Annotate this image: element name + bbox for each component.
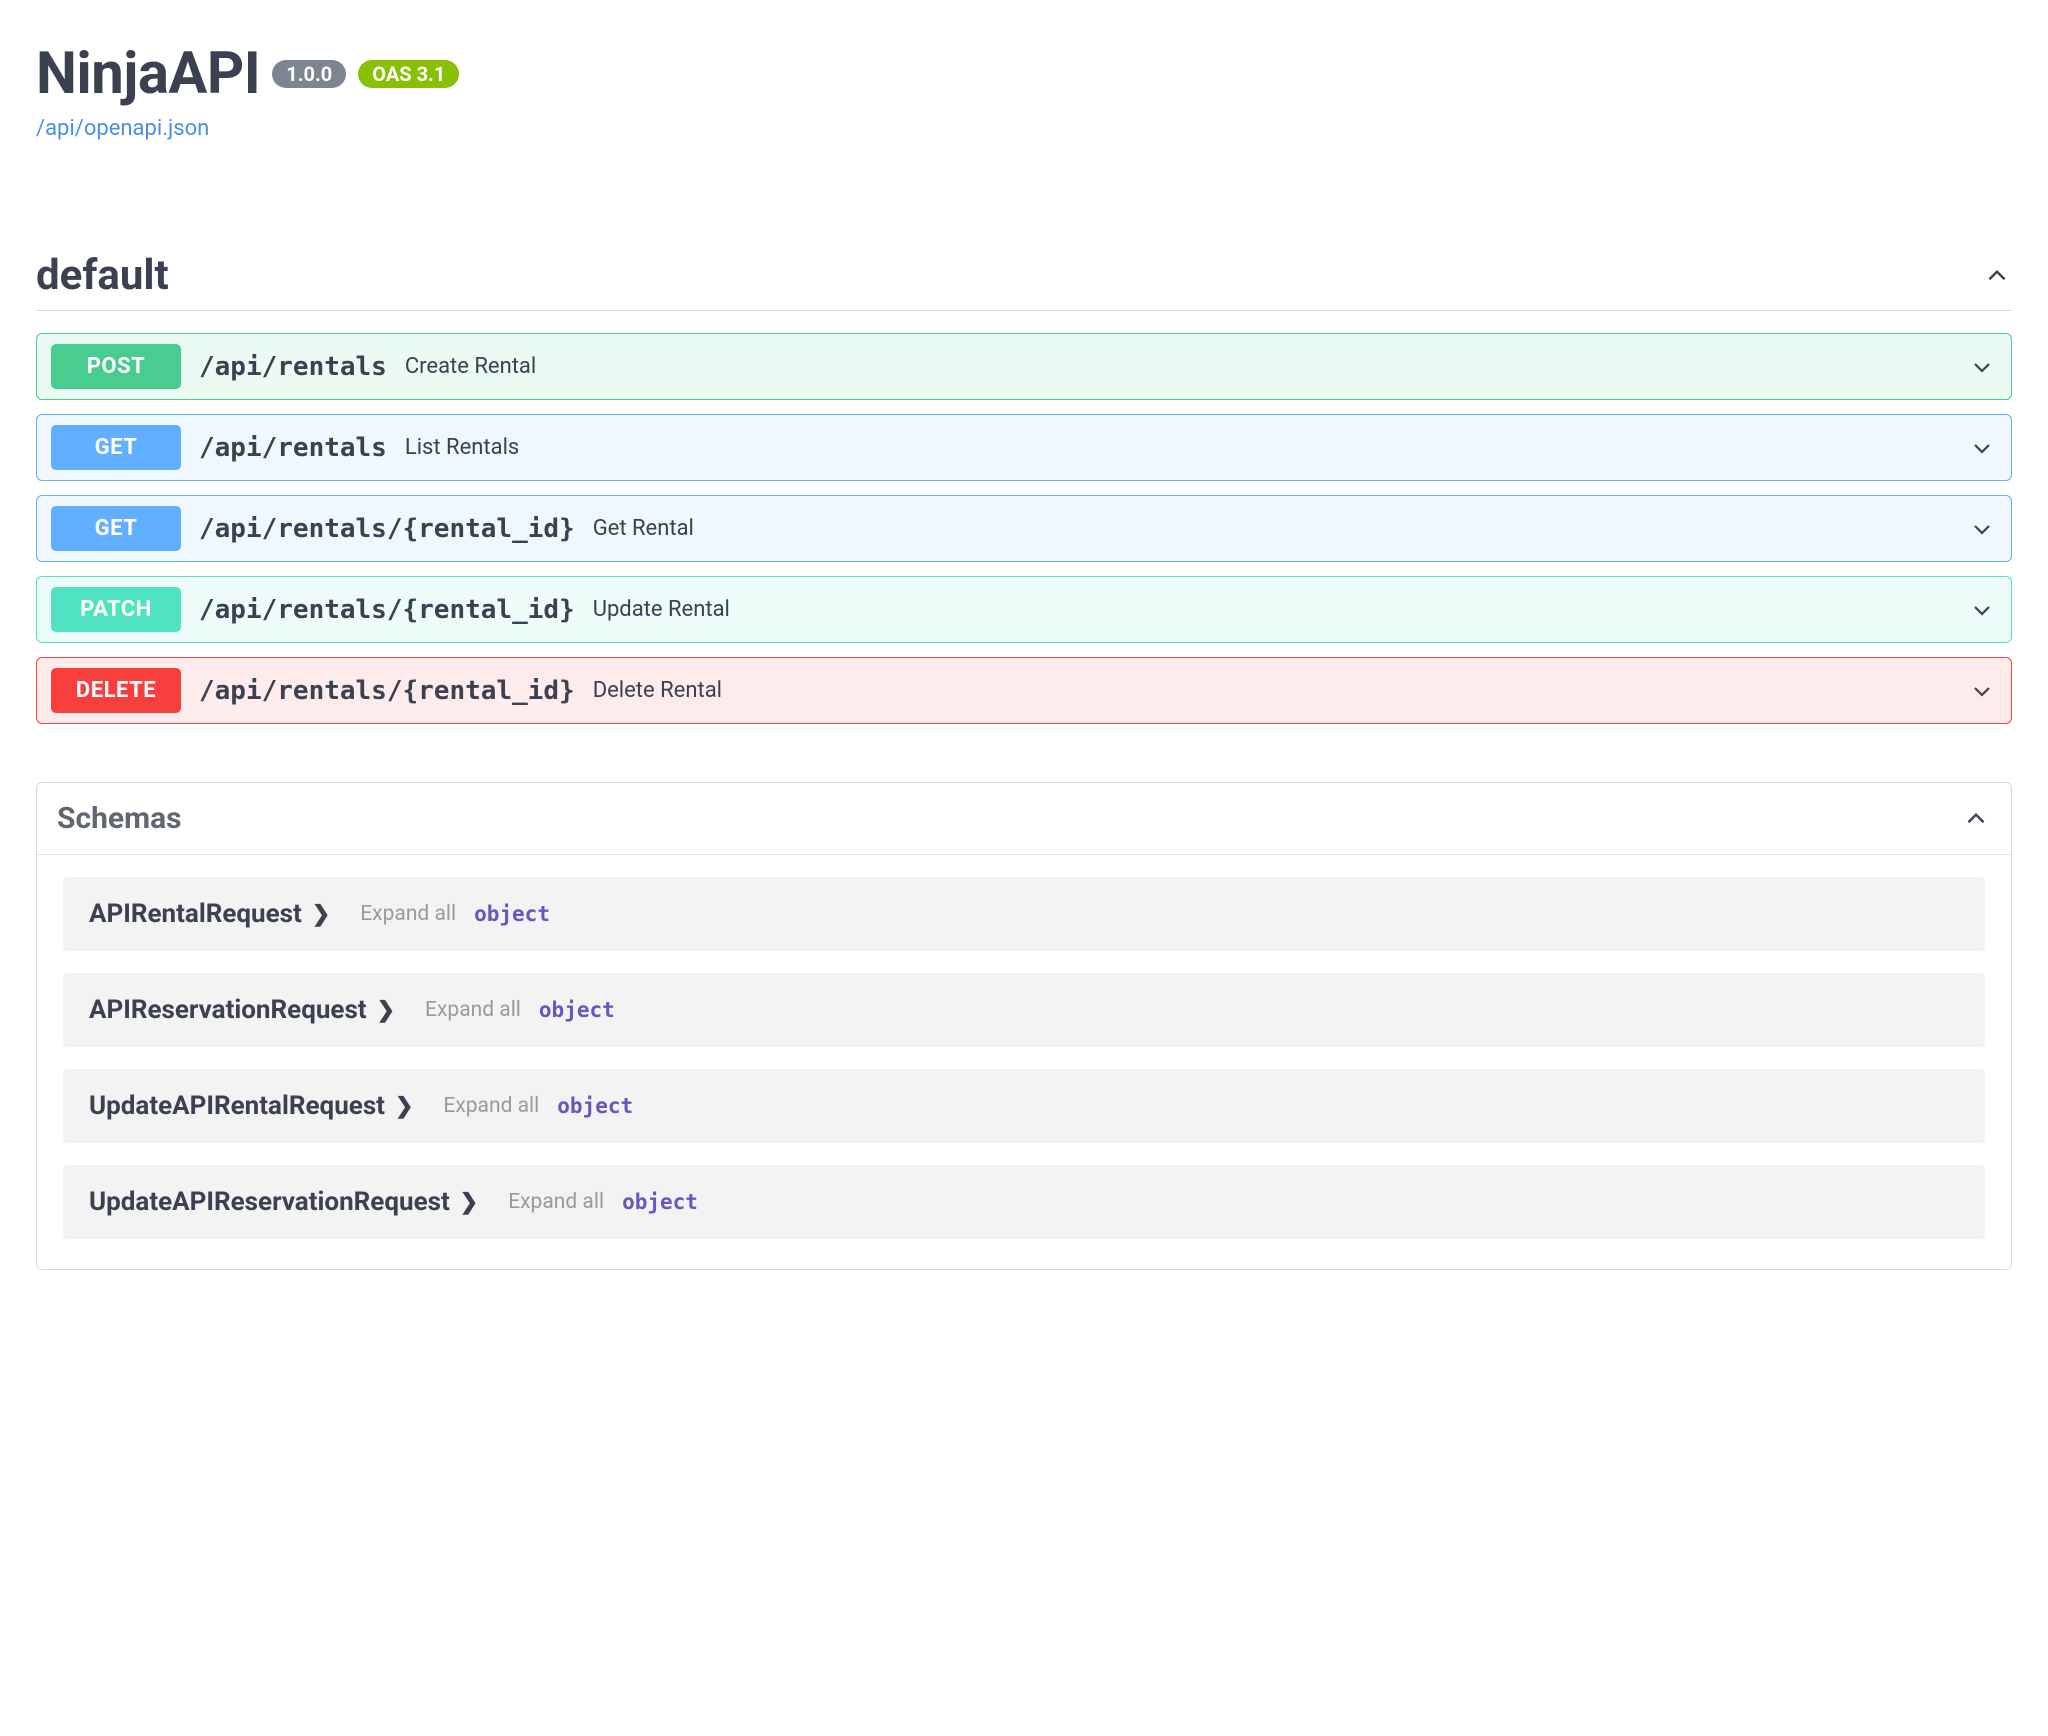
- schema-item: APIRentalRequest ❯ Expand all object: [63, 877, 1985, 951]
- schemas-panel: Schemas APIRentalRequest ❯ Expand all ob…: [36, 782, 2012, 1270]
- schema-toggle[interactable]: APIRentalRequest ❯: [89, 899, 330, 929]
- method-badge: GET: [51, 425, 181, 470]
- operation-path: /api/rentals: [199, 352, 387, 382]
- operation-row[interactable]: POST /api/rentals Create Rental: [36, 333, 2012, 400]
- schema-item: APIReservationRequest ❯ Expand all objec…: [63, 973, 1985, 1047]
- chevron-up-icon: [1982, 261, 2012, 291]
- method-badge: PATCH: [51, 587, 181, 632]
- version-badge: 1.0.0: [272, 60, 346, 88]
- schema-name-label: UpdateAPIReservationRequest: [89, 1187, 450, 1217]
- operation-summary: List Rentals: [405, 435, 519, 460]
- tag-section-header[interactable]: default: [36, 251, 2012, 311]
- schema-type-label: object: [539, 998, 615, 1022]
- schema-toggle[interactable]: APIReservationRequest ❯: [89, 995, 395, 1025]
- schemas-body: APIRentalRequest ❯ Expand all object API…: [37, 855, 2011, 1269]
- chevron-down-icon: [1967, 514, 1997, 544]
- schema-type-label: object: [474, 902, 550, 926]
- schema-type-label: object: [557, 1094, 633, 1118]
- chevron-down-icon: [1967, 433, 1997, 463]
- method-badge: DELETE: [51, 668, 181, 713]
- chevron-down-icon: [1967, 352, 1997, 382]
- chevron-right-icon: ❯: [377, 998, 395, 1023]
- schema-name-label: APIRentalRequest: [89, 899, 302, 929]
- operation-row[interactable]: DELETE /api/rentals/{rental_id} Delete R…: [36, 657, 2012, 724]
- expand-all-button[interactable]: Expand all: [360, 902, 456, 926]
- api-title: NinjaAPI: [36, 40, 260, 108]
- operation-summary: Get Rental: [593, 516, 694, 541]
- operation-row[interactable]: PATCH /api/rentals/{rental_id} Update Re…: [36, 576, 2012, 643]
- chevron-down-icon: [1967, 676, 1997, 706]
- operation-row[interactable]: GET /api/rentals/{rental_id} Get Rental: [36, 495, 2012, 562]
- operation-path: /api/rentals: [199, 433, 387, 463]
- tag-section-default: default POST /api/rentals Create Rental …: [36, 251, 2012, 724]
- chevron-up-icon: [1961, 804, 1991, 834]
- method-badge: GET: [51, 506, 181, 551]
- operation-row[interactable]: GET /api/rentals List Rentals: [36, 414, 2012, 481]
- spec-link[interactable]: /api/openapi.json: [36, 116, 209, 141]
- chevron-down-icon: [1967, 595, 1997, 625]
- operation-summary: Delete Rental: [593, 678, 722, 703]
- schemas-title: Schemas: [57, 801, 182, 836]
- method-badge: POST: [51, 344, 181, 389]
- operation-path: /api/rentals/{rental_id}: [199, 514, 575, 544]
- title-row: NinjaAPI 1.0.0 OAS 3.1: [36, 40, 2012, 108]
- schema-toggle[interactable]: UpdateAPIRentalRequest ❯: [89, 1091, 413, 1121]
- expand-all-button[interactable]: Expand all: [508, 1190, 604, 1214]
- schema-toggle[interactable]: UpdateAPIReservationRequest ❯: [89, 1187, 478, 1217]
- schema-type-label: object: [622, 1190, 698, 1214]
- schema-name-label: APIReservationRequest: [89, 995, 367, 1025]
- schema-name-label: UpdateAPIRentalRequest: [89, 1091, 385, 1121]
- expand-all-button[interactable]: Expand all: [425, 998, 521, 1022]
- operation-summary: Update Rental: [593, 597, 730, 622]
- schema-item: UpdateAPIReservationRequest ❯ Expand all…: [63, 1165, 1985, 1239]
- operation-path: /api/rentals/{rental_id}: [199, 595, 575, 625]
- oas-badge: OAS 3.1: [358, 60, 459, 88]
- schema-item: UpdateAPIRentalRequest ❯ Expand all obje…: [63, 1069, 1985, 1143]
- page-header: NinjaAPI 1.0.0 OAS 3.1 /api/openapi.json: [36, 40, 2012, 141]
- operation-summary: Create Rental: [405, 354, 536, 379]
- operation-path: /api/rentals/{rental_id}: [199, 676, 575, 706]
- chevron-right-icon: ❯: [460, 1190, 478, 1215]
- tag-title: default: [36, 251, 169, 300]
- chevron-right-icon: ❯: [312, 902, 330, 927]
- chevron-right-icon: ❯: [395, 1094, 413, 1119]
- schemas-header[interactable]: Schemas: [37, 783, 2011, 855]
- expand-all-button[interactable]: Expand all: [443, 1094, 539, 1118]
